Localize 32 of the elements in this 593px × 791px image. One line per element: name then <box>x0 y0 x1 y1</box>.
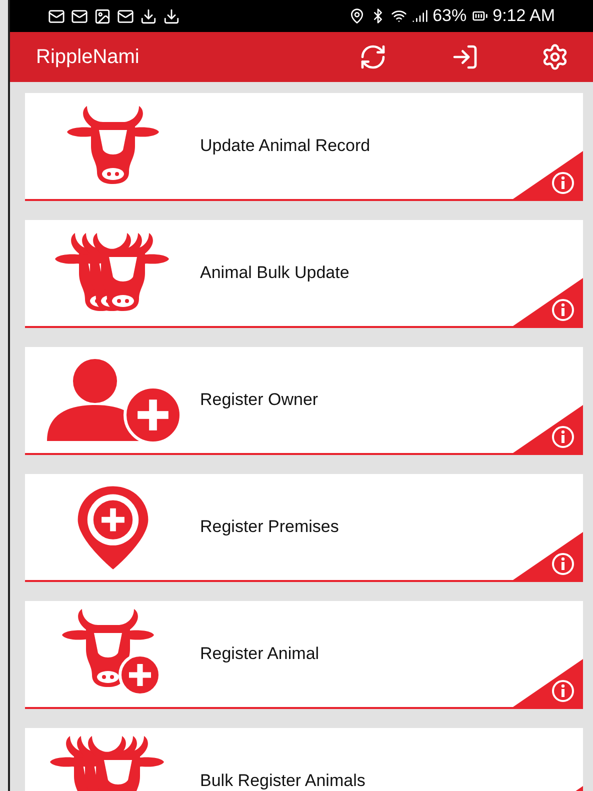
location-icon <box>348 8 365 24</box>
app-title: RippleNami <box>36 45 140 70</box>
menu-card[interactable]: Register Premises <box>25 474 583 582</box>
download-icon <box>163 8 180 24</box>
menu-label: Update Animal Record <box>200 136 370 156</box>
clock: 9:12 AM <box>492 5 555 28</box>
sync-icon[interactable] <box>359 43 387 71</box>
info-button[interactable] <box>513 405 583 453</box>
mail-icon <box>117 8 134 24</box>
menu-label: Register Premises <box>200 517 339 537</box>
mail-icon <box>48 8 65 24</box>
battery-percent: 63% <box>432 5 467 28</box>
settings-icon[interactable] <box>541 43 569 71</box>
signal-icon <box>412 8 428 24</box>
info-button[interactable] <box>513 659 583 707</box>
download-icon <box>140 8 157 24</box>
login-icon[interactable] <box>451 43 479 71</box>
menu-card[interactable]: Animal Bulk Update <box>25 220 583 328</box>
info-button[interactable] <box>513 151 583 199</box>
menu-card[interactable]: Update Animal Record <box>25 93 583 201</box>
menu-label: Bulk Register Animals <box>200 771 366 791</box>
menu-card[interactable]: Register Owner <box>25 347 583 455</box>
menu-card[interactable]: Register Animal <box>25 601 583 709</box>
info-button[interactable] <box>513 278 583 326</box>
menu-label: Animal Bulk Update <box>200 263 350 283</box>
menu-label: Register Owner <box>200 390 318 410</box>
wifi-icon <box>390 8 407 24</box>
menu-label: Register Animal <box>200 644 320 664</box>
info-button[interactable] <box>513 532 583 580</box>
menu-card[interactable]: Bulk Register Animals <box>25 728 583 791</box>
image-icon <box>94 8 111 24</box>
mail-icon <box>71 8 88 24</box>
